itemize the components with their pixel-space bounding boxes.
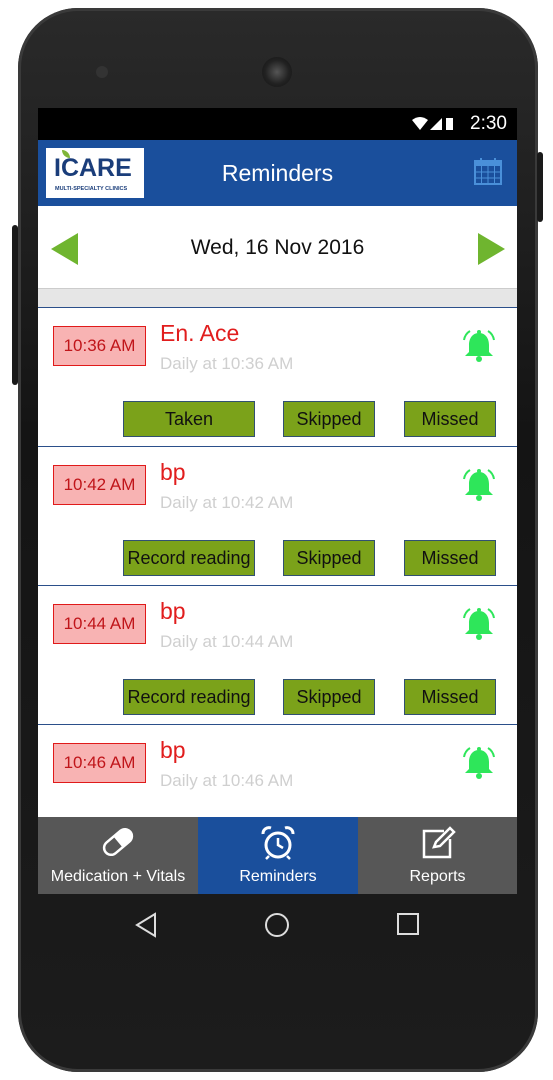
reminder-card: 10:42 AM bp Daily at 10:42 AM Record rea…: [38, 446, 517, 585]
reminder-card: 10:44 AM bp Daily at 10:44 AM Record rea…: [38, 585, 517, 724]
power-button: [537, 152, 543, 222]
home-icon[interactable]: [264, 912, 290, 938]
nav-label: Reports: [409, 868, 466, 885]
nav-label: Medication + Vitals: [50, 868, 186, 885]
bottom-navigation: Medication + Vitals Reminders Reports: [38, 817, 517, 894]
reminder-frequency: Daily at 10:46 AM: [160, 771, 294, 790]
nav-reminders[interactable]: Reminders: [198, 817, 358, 894]
pill-icon: [102, 827, 134, 857]
missed-button[interactable]: Missed: [404, 679, 496, 715]
alarm-bell-icon[interactable]: [461, 467, 497, 503]
nav-medication-vitals[interactable]: Medication + Vitals: [38, 817, 198, 894]
calendar-icon[interactable]: [474, 157, 502, 185]
nav-reports[interactable]: Reports: [358, 817, 517, 894]
reminder-time: 10:36 AM: [53, 326, 146, 366]
reminder-card: 10:36 AM En. Ace Daily at 10:36 AM Taken…: [38, 307, 517, 446]
alarm-bell-icon[interactable]: [461, 606, 497, 642]
skipped-button[interactable]: Skipped: [283, 679, 375, 715]
reminder-name: bp: [160, 737, 186, 763]
divider: [38, 288, 517, 307]
taken-button[interactable]: Taken: [123, 401, 255, 437]
alarm-clock-icon: [261, 826, 295, 860]
reminder-frequency: Daily at 10:36 AM: [160, 354, 294, 373]
reminder-name: En. Ace: [160, 320, 240, 346]
status-icons: [411, 115, 455, 137]
volume-button: [12, 225, 18, 385]
missed-button[interactable]: Missed: [404, 540, 496, 576]
alarm-bell-icon[interactable]: [461, 328, 497, 364]
earpiece-speaker: [262, 57, 292, 87]
page-title: Reminders: [221, 160, 334, 186]
date-bar: Wed, 16 Nov 2016: [38, 206, 517, 288]
status-bar: 2:30: [38, 108, 517, 140]
back-icon[interactable]: [134, 912, 158, 938]
reminder-frequency: Daily at 10:44 AM: [160, 632, 294, 651]
alarm-bell-icon[interactable]: [461, 745, 497, 781]
recents-icon[interactable]: [396, 912, 420, 936]
current-date: Wed, 16 Nov 2016: [190, 236, 365, 259]
reminder-name: bp: [160, 598, 186, 624]
screen: 2:30 ICARE MULTI-SPECIALTY CLINICS Remin…: [38, 108, 517, 894]
skipped-button[interactable]: Skipped: [283, 540, 375, 576]
nav-label: Reminders: [239, 868, 317, 885]
app-bar: ICARE MULTI-SPECIALTY CLINICS Reminders: [38, 140, 517, 206]
reminder-time: 10:42 AM: [53, 465, 146, 505]
edit-icon: [422, 826, 456, 859]
front-camera: [96, 66, 108, 78]
next-day-arrow-icon[interactable]: [478, 233, 505, 265]
record-reading-button[interactable]: Record reading: [123, 540, 255, 576]
wifi-signal-battery-icon: [412, 117, 453, 130]
status-time: 2:30: [470, 113, 507, 134]
reminder-frequency: Daily at 10:42 AM: [160, 493, 294, 512]
skipped-button[interactable]: Skipped: [283, 401, 375, 437]
record-reading-button[interactable]: Record reading: [123, 679, 255, 715]
reminder-time: 10:44 AM: [53, 604, 146, 644]
missed-button[interactable]: Missed: [404, 401, 496, 437]
system-navigation-bar: [38, 894, 517, 958]
reminder-time: 10:46 AM: [53, 743, 146, 783]
reminder-name: bp: [160, 459, 186, 485]
